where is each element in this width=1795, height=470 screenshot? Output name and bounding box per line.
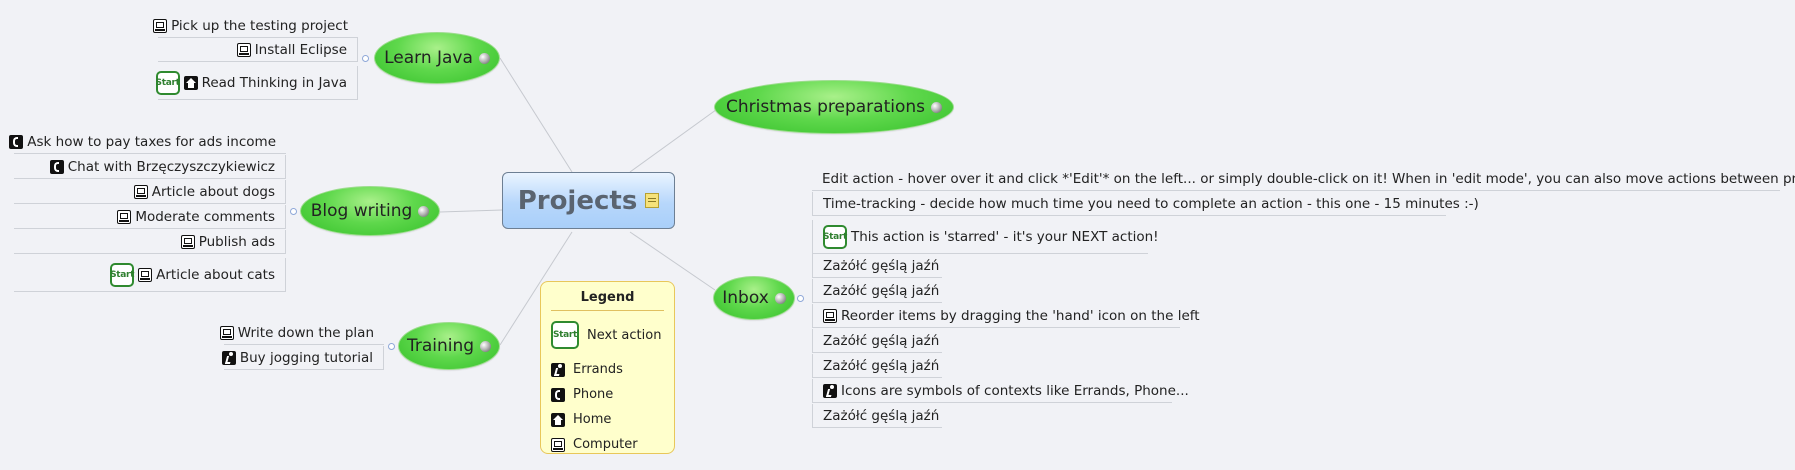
computer-icon: [236, 42, 251, 57]
list-item[interactable]: Start Read Thinking in Java: [156, 66, 358, 100]
computer-icon: [133, 184, 148, 199]
legend-item-phone: Phone: [551, 387, 613, 402]
action-label: Install Eclipse: [254, 41, 347, 58]
phone-icon: [49, 159, 64, 174]
computer-icon: [153, 18, 168, 33]
branch-title: Inbox: [722, 288, 769, 308]
legend-label: Errands: [573, 362, 623, 377]
central-node-title: Projects: [517, 185, 638, 216]
start-badge: Start: [551, 321, 579, 349]
branch-title: Christmas preparations: [725, 97, 926, 117]
action-label: Edit action - hover over it and click *'…: [822, 170, 1795, 187]
list-item[interactable]: Time-tracking - decide how much time you…: [812, 192, 1479, 216]
action-label: Time-tracking - decide how much time you…: [823, 195, 1479, 212]
home-icon: [551, 412, 565, 427]
list-item[interactable]: Zażółć gęślą jaźń: [812, 404, 942, 428]
action-label: Zażółć gęślą jaźń: [823, 407, 940, 424]
legend-label: Phone: [573, 387, 614, 402]
errands-icon: [551, 362, 565, 377]
collapse-toggle[interactable]: [362, 55, 369, 62]
globe-icon: [418, 205, 430, 217]
action-label: Zażółć gęślą jaźń: [823, 282, 940, 299]
action-label: Pick up the testing project: [171, 17, 348, 34]
list-item[interactable]: Write down the plan: [219, 321, 384, 345]
start-badge: Start: [156, 70, 180, 95]
list-item[interactable]: Icons are symbols of contexts like Erran…: [812, 379, 1189, 403]
action-label: Reorder items by dragging the 'hand' ico…: [841, 307, 1200, 324]
action-label: Article about dogs: [151, 183, 275, 200]
branch-blog-writing[interactable]: Blog writing: [300, 186, 440, 236]
action-label: Chat with Brzęczyszczykiewicz: [67, 158, 275, 175]
list-item[interactable]: Moderate comments: [14, 205, 286, 229]
legend-item-computer: Computer: [551, 437, 638, 452]
legend-label: Next action: [587, 327, 662, 343]
start-badge: Start: [823, 224, 847, 249]
list-item[interactable]: Start This action is 'starred' - it's yo…: [812, 220, 1159, 254]
action-label: Publish ads: [198, 233, 275, 250]
action-label: Buy jogging tutorial: [239, 349, 373, 366]
errands-icon: [221, 350, 236, 365]
list-item[interactable]: Publish ads: [14, 230, 286, 254]
computer-icon: [117, 209, 132, 224]
globe-icon: [480, 340, 492, 352]
collapse-toggle[interactable]: [797, 295, 804, 302]
action-label: Ask how to pay taxes for ads income: [27, 133, 276, 150]
branch-training[interactable]: Training: [398, 322, 500, 370]
action-label: This action is 'starred' - it's your NEX…: [851, 228, 1159, 245]
list-item[interactable]: Chat with Brzęczyszczykiewicz: [14, 155, 286, 179]
start-badge: Start: [110, 262, 134, 287]
action-label: Zażółć gęślą jaźń: [823, 357, 940, 374]
action-label: Icons are symbols of contexts like Erran…: [841, 382, 1189, 399]
branch-title: Learn Java: [384, 48, 473, 68]
action-label: Write down the plan: [237, 324, 374, 341]
legend-box: Legend Start Next action Errands Phone H…: [540, 281, 675, 454]
branch-learn-java[interactable]: Learn Java: [374, 32, 500, 84]
computer-icon: [138, 267, 153, 282]
computer-icon: [823, 308, 837, 323]
action-label: Read Thinking in Java: [201, 74, 347, 91]
computer-icon: [551, 437, 565, 452]
action-label: Moderate comments: [135, 208, 275, 225]
legend-item-errands: Errands: [551, 362, 623, 377]
note-icon[interactable]: [645, 193, 660, 208]
action-label: Zażółć gęślą jaźń: [823, 257, 940, 274]
collapse-toggle[interactable]: [290, 208, 297, 215]
legend-label: Home: [573, 412, 612, 427]
list-item[interactable]: Ask how to pay taxes for ads income: [9, 130, 286, 154]
globe-icon: [478, 52, 490, 64]
list-item[interactable]: Zażółć gęślą jaźń: [812, 329, 942, 353]
list-item[interactable]: Zażółć gęślą jaźń: [812, 254, 942, 278]
branch-title: Blog writing: [310, 201, 413, 221]
home-icon: [183, 75, 198, 90]
list-item[interactable]: Zażółć gęślą jaźń: [812, 279, 942, 303]
computer-icon: [180, 234, 195, 249]
computer-icon: [219, 325, 234, 340]
branch-title: Training: [406, 336, 475, 356]
action-label: Zażółć gęślą jaźń: [823, 332, 940, 349]
list-item[interactable]: Edit action - hover over it and click *'…: [812, 167, 1795, 191]
globe-icon: [774, 292, 786, 304]
central-node-projects[interactable]: Projects: [502, 172, 675, 229]
list-item[interactable]: Install Eclipse: [158, 38, 358, 62]
phone-icon: [551, 387, 565, 402]
branch-christmas-preparations[interactable]: Christmas preparations: [714, 80, 954, 134]
globe-icon: [931, 101, 943, 113]
phone-icon: [9, 134, 24, 149]
list-item[interactable]: Article about dogs: [14, 180, 286, 204]
action-label: Article about cats: [156, 266, 275, 283]
legend-item-next-action: Start Next action: [551, 321, 661, 349]
list-item[interactable]: Pick up the testing project: [153, 14, 358, 38]
errands-icon: [823, 383, 837, 398]
list-item[interactable]: Reorder items by dragging the 'hand' ico…: [812, 304, 1200, 328]
legend-title: Legend: [551, 290, 664, 311]
list-item[interactable]: Buy jogging tutorial: [221, 346, 384, 370]
legend-label: Computer: [573, 437, 638, 452]
list-item[interactable]: Zażółć gęślą jaźń: [812, 354, 942, 378]
legend-item-home: Home: [551, 412, 611, 427]
list-item[interactable]: Start Article about cats: [14, 258, 286, 292]
branch-inbox[interactable]: Inbox: [713, 276, 795, 320]
collapse-toggle[interactable]: [388, 343, 395, 350]
